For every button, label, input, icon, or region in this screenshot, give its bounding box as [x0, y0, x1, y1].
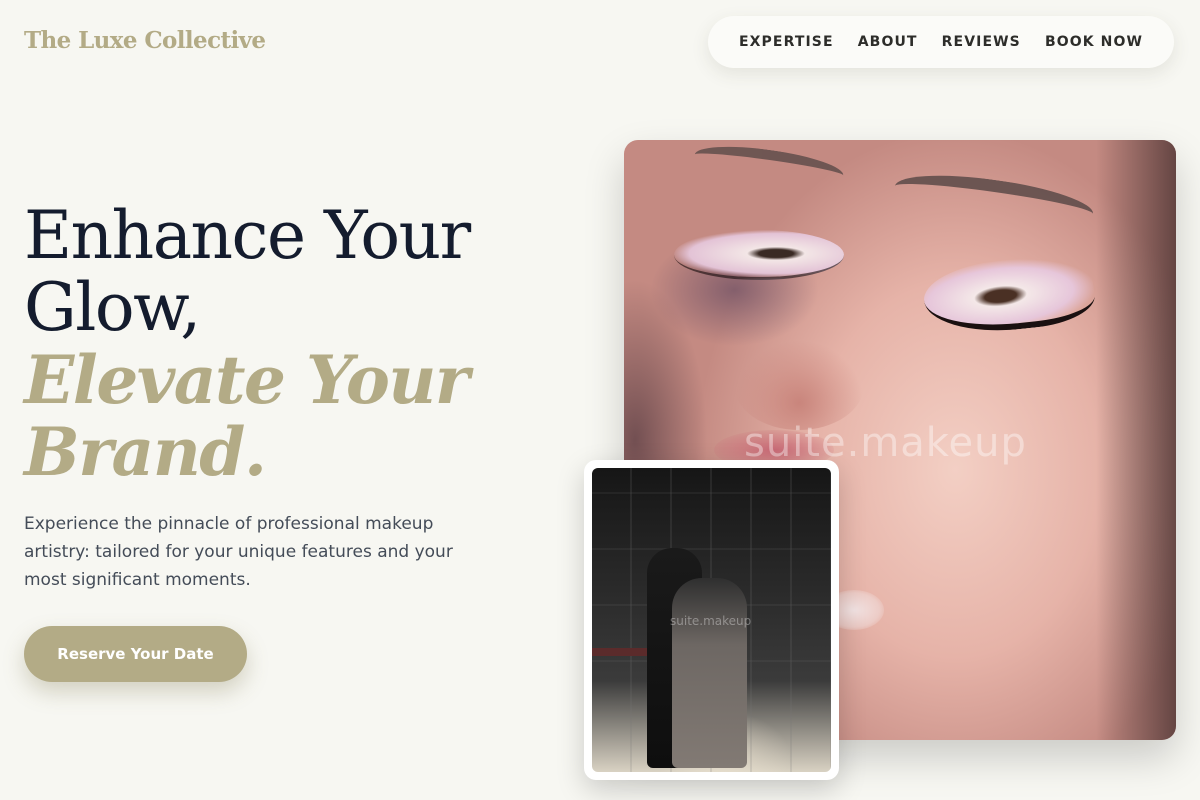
photo-nose	[734, 340, 864, 430]
main-nav: EXPERTISE ABOUT REVIEWS BOOK NOW	[708, 16, 1174, 68]
inset-photo-watermark: suite.makeup	[670, 614, 752, 628]
photo-hair	[1096, 140, 1176, 740]
photo-table	[592, 648, 652, 656]
headline-line-1: Enhance Your	[24, 197, 471, 274]
nav-item-about[interactable]: ABOUT	[858, 34, 918, 50]
headline-line-4: Brand.	[24, 413, 267, 491]
hero-description: Experience the pinnacle of professional …	[24, 514, 453, 590]
headline-line-2: Glow,	[24, 269, 201, 346]
makeup-session-photo-card: suite.makeup	[584, 460, 839, 780]
logo[interactable]: The Luxe Collective	[24, 27, 266, 54]
hero-headline: Enhance Your Glow, Elevate Your Brand.	[24, 197, 471, 491]
photo-eye-left	[674, 230, 844, 280]
photo-brow-left	[692, 140, 846, 191]
reserve-date-button[interactable]: Reserve Your Date	[24, 626, 247, 682]
headline-line-3: Elevate Your	[24, 341, 470, 419]
nav-item-expertise[interactable]: EXPERTISE	[739, 34, 834, 50]
photo-eye-right	[920, 251, 1098, 339]
nav-item-book-now[interactable]: BOOK NOW	[1045, 34, 1143, 50]
makeup-session-photo: suite.makeup	[592, 468, 831, 772]
nav-item-reviews[interactable]: REVIEWS	[942, 34, 1021, 50]
photo-brow-right	[892, 166, 1096, 234]
photo-client	[672, 578, 747, 768]
